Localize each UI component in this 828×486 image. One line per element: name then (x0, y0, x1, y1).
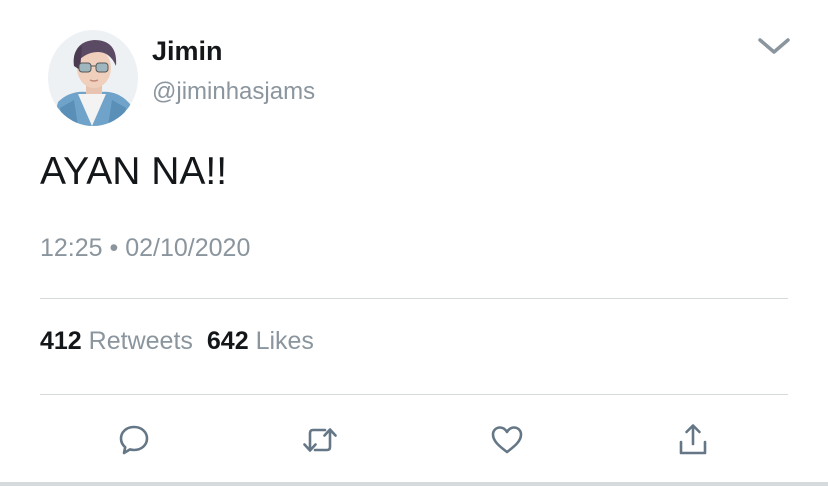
reply-button[interactable] (114, 420, 154, 460)
retweets-label: Retweets (88, 327, 193, 355)
user-handle[interactable]: @jiminhasjams (152, 77, 315, 107)
divider (40, 394, 788, 395)
tweet-text: AYAN NA!! (40, 150, 228, 193)
timestamp-separator: • (109, 234, 119, 262)
avatar[interactable] (48, 30, 138, 126)
tweet-stats: 412 Retweets 642 Likes (40, 324, 314, 358)
heart-icon (491, 426, 523, 454)
likes-label: Likes (255, 327, 314, 355)
likes-stat[interactable]: 642 Likes (207, 327, 314, 355)
reply-icon (119, 425, 149, 455)
tweet-date: 02/10/2020 (125, 234, 251, 262)
retweets-count: 412 (40, 327, 82, 355)
tweet-timestamp[interactable]: 12:25 • 02/10/2020 (40, 232, 250, 264)
profile-photo (48, 30, 138, 126)
retweets-stat[interactable]: 412 Retweets (40, 327, 193, 355)
retweet-button[interactable] (300, 420, 340, 460)
chevron-down-icon[interactable] (756, 34, 792, 58)
share-icon (679, 424, 707, 455)
like-button[interactable] (487, 420, 527, 460)
likes-count: 642 (206, 327, 249, 355)
tweet-time: 12:25 (40, 234, 103, 262)
display-name[interactable]: Jimin (152, 35, 223, 67)
divider (40, 298, 788, 299)
retweet-icon (303, 428, 337, 452)
bottom-border (0, 482, 828, 486)
share-button[interactable] (673, 420, 713, 460)
